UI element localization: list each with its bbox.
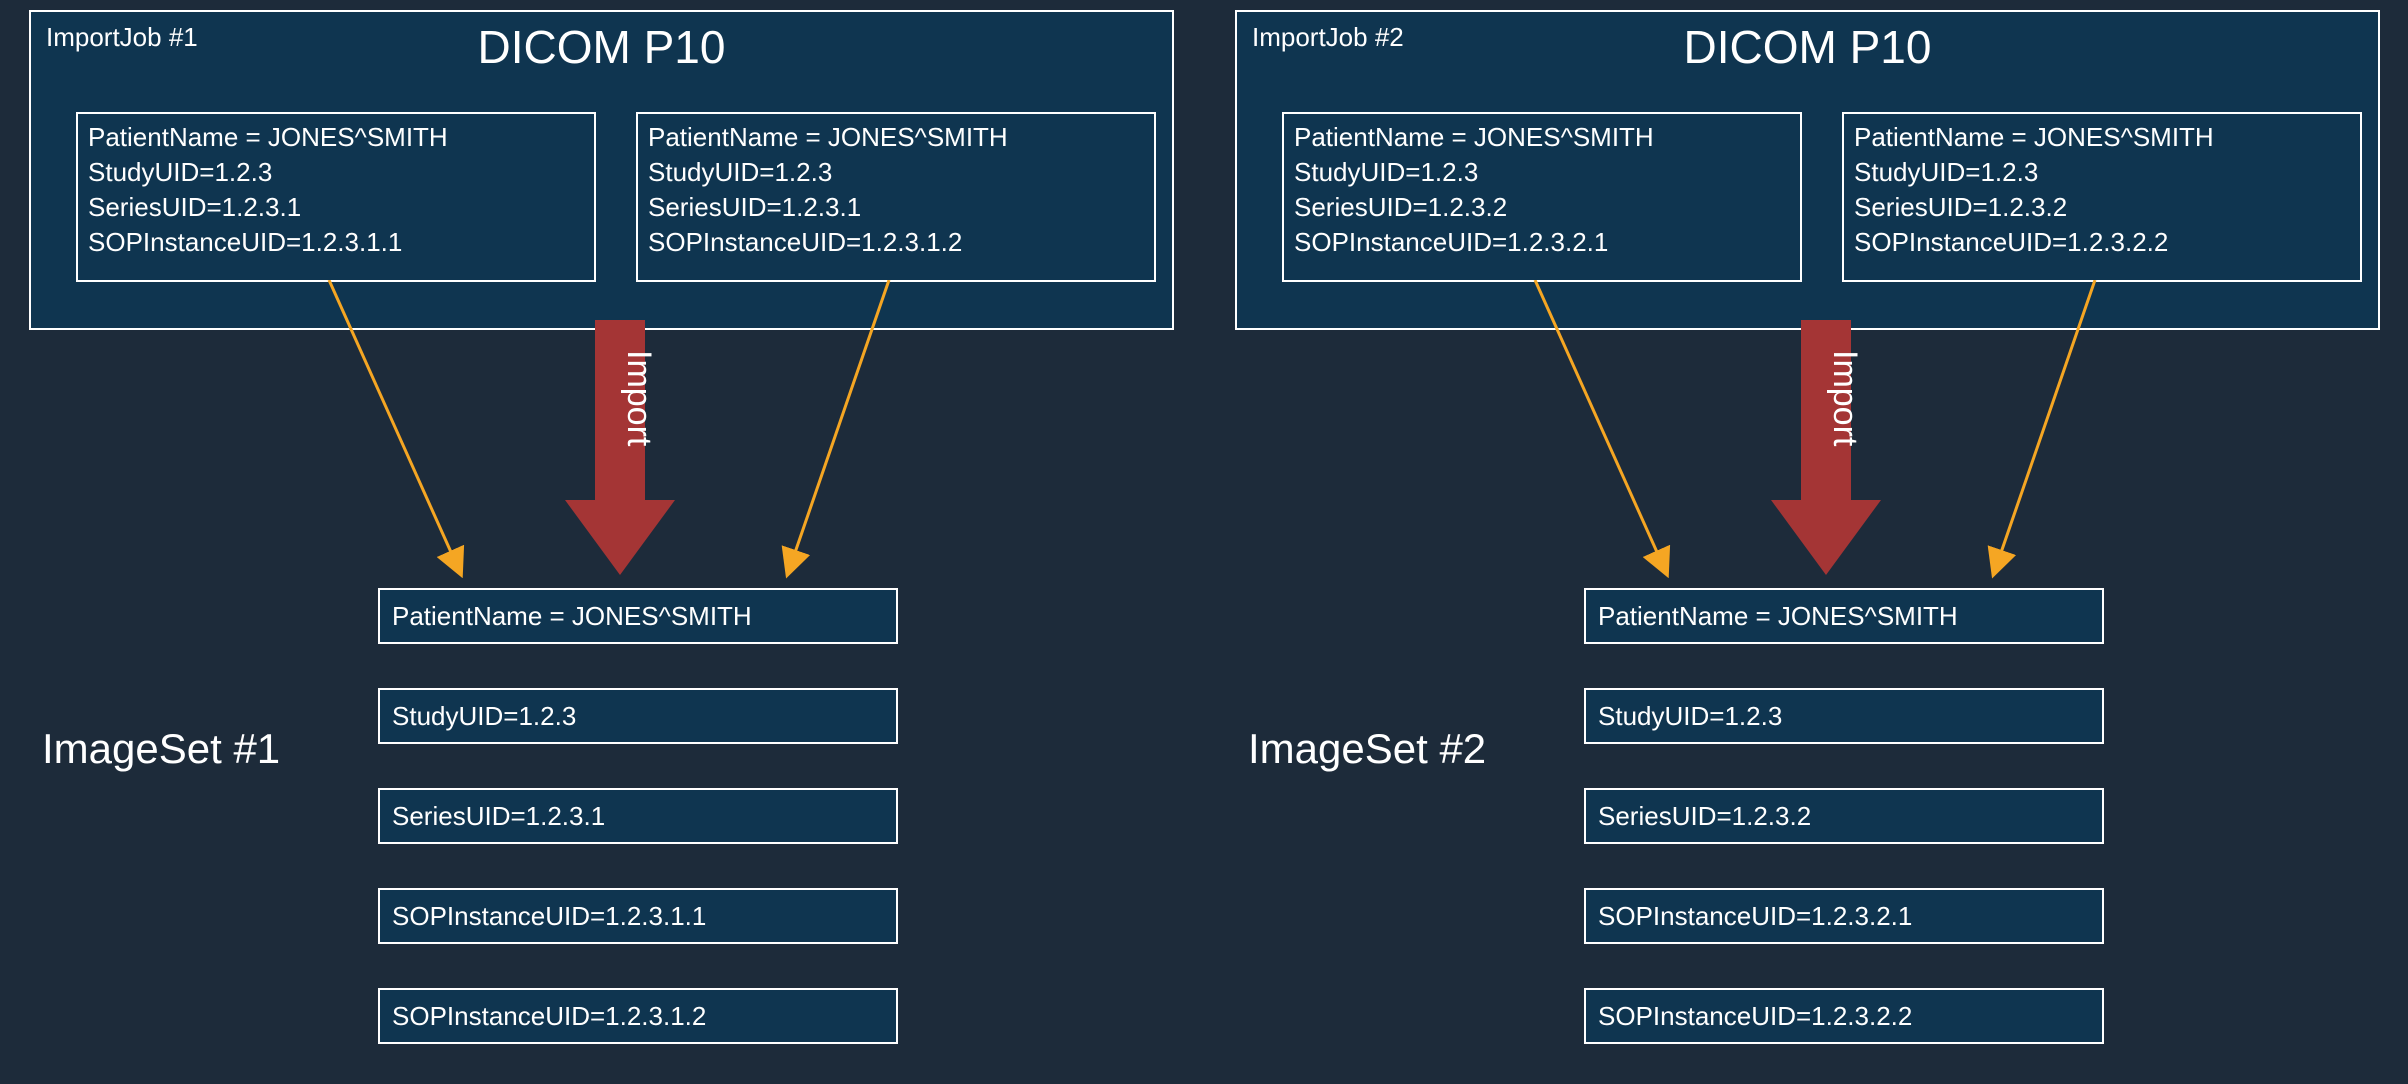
entry-line: SOPInstanceUID=1.2.3.1.1: [88, 225, 584, 260]
entry-line: SOPInstanceUID=1.2.3.1.2: [648, 225, 1144, 260]
importjob-1-title: DICOM P10: [31, 20, 1172, 74]
entry-line: SeriesUID=1.2.3.1: [648, 190, 1144, 225]
entry-line: SeriesUID=1.2.3.1: [88, 190, 584, 225]
import-arrow-icon: Import: [560, 320, 680, 580]
entry-line: StudyUID=1.2.3: [1854, 155, 2350, 190]
entry-line: StudyUID=1.2.3: [648, 155, 1144, 190]
imageset-1-row: StudyUID=1.2.3: [378, 688, 898, 744]
import-arrow-icon: Import: [1766, 320, 1886, 580]
imageset-1-row: SeriesUID=1.2.3.1: [378, 788, 898, 844]
imageset-2-row: SOPInstanceUID=1.2.3.2.1: [1584, 888, 2104, 944]
entry-line: SOPInstanceUID=1.2.3.2.2: [1854, 225, 2350, 260]
imageset-1-row: PatientName = JONES^SMITH: [378, 588, 898, 644]
imageset-1-label: ImageSet #1: [42, 725, 280, 773]
importjob-1-entry-2: PatientName = JONES^SMITH StudyUID=1.2.3…: [636, 112, 1156, 282]
entry-line: SeriesUID=1.2.3.2: [1294, 190, 1790, 225]
imageset-2-label: ImageSet #2: [1248, 725, 1486, 773]
entry-line: PatientName = JONES^SMITH: [1294, 120, 1790, 155]
import-label: Import: [620, 350, 658, 447]
entry-line: SeriesUID=1.2.3.2: [1854, 190, 2350, 225]
importjob-2-entry-1: PatientName = JONES^SMITH StudyUID=1.2.3…: [1282, 112, 1802, 282]
imageset-2-row: SOPInstanceUID=1.2.3.2.2: [1584, 988, 2104, 1044]
imageset-2-row: SeriesUID=1.2.3.2: [1584, 788, 2104, 844]
entry-line: PatientName = JONES^SMITH: [648, 120, 1144, 155]
importjob-1-entry-1: PatientName = JONES^SMITH StudyUID=1.2.3…: [76, 112, 596, 282]
entry-line: PatientName = JONES^SMITH: [88, 120, 584, 155]
imageset-2-row: PatientName = JONES^SMITH: [1584, 588, 2104, 644]
importjob-2-entry-2: PatientName = JONES^SMITH StudyUID=1.2.3…: [1842, 112, 2362, 282]
entry-line: SOPInstanceUID=1.2.3.2.1: [1294, 225, 1790, 260]
entry-line: PatientName = JONES^SMITH: [1854, 120, 2350, 155]
import-label: Import: [1826, 350, 1864, 447]
imageset-1-row: SOPInstanceUID=1.2.3.1.2: [378, 988, 898, 1044]
imageset-2-row: StudyUID=1.2.3: [1584, 688, 2104, 744]
importjob-2-title: DICOM P10: [1237, 20, 2378, 74]
imageset-1-row: SOPInstanceUID=1.2.3.1.1: [378, 888, 898, 944]
entry-line: StudyUID=1.2.3: [1294, 155, 1790, 190]
entry-line: StudyUID=1.2.3: [88, 155, 584, 190]
